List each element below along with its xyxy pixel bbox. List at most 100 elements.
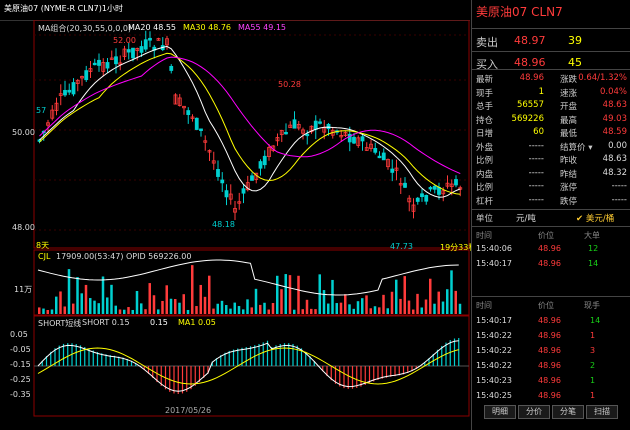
volume-bar [233,302,236,314]
volume-bar [407,300,411,314]
trade-time: 15:40:17 [476,316,512,325]
volume-bar [365,295,368,314]
tab-scan[interactable]: 扫描 [586,405,618,419]
stat-row: 持仓 569226 最高 49.03 [476,114,629,128]
trade-row[interactable]: 15:40:25 48.96 1 [476,391,629,406]
volume-bar [314,309,317,314]
volume-bar [199,284,202,314]
quote-title: 美原油07 CLN7 [476,5,563,19]
trade-row[interactable]: 15:40:22 48.96 2 [476,361,629,376]
left-price-tag: 57 [36,106,47,115]
trade-row[interactable]: 15:40:17 48.96 14 [476,316,629,331]
volume-bar [416,293,419,314]
volume-bar [424,299,428,314]
stat-value: 48.32 [602,167,627,178]
trade-price: 48.96 [538,391,561,400]
trade-time: 15:40:22 [476,331,512,340]
tab-detail[interactable]: 明细 [484,405,516,419]
volume-bar [288,275,292,314]
trade-time: 15:40:25 [476,391,512,400]
volume-bar [93,300,96,314]
volume-bar [50,309,54,314]
stat-key: 涨跌 [560,75,578,85]
candle-body [352,136,356,144]
volume-bar [216,303,219,314]
buy-row[interactable]: 买入 48.96 45 [476,56,629,71]
volume-bar [220,300,224,314]
tick-vol: 12 [588,244,599,253]
stat-row: 杠杆 ----- 跌停 ----- [476,195,629,209]
volume-bar [284,274,287,314]
macd-short: SHORT 0.15 [82,318,130,327]
candle-body [143,39,148,50]
volume-bar [348,304,351,314]
volume-bar [144,309,147,314]
stat-value: ----- [528,140,544,151]
volume-bar [67,269,71,314]
stat-value: 0.00 [608,140,627,151]
tick-row[interactable]: 15:40:17 48.96 14 [476,259,629,274]
stat-row: 现手 1 速涨 0.04% [476,87,629,101]
chart-canvas[interactable] [0,20,470,425]
candle-body [92,62,97,66]
window-title: 美原油07 (NYME-R CLN7)1小时 [4,4,123,13]
volume-bar [254,288,258,314]
stat-value: 60 [533,127,544,137]
tick-row[interactable]: 15:40:06 48.96 12 [476,244,629,259]
volume-bar [191,265,194,314]
trade-row[interactable]: 15:40:22 48.96 3 [476,346,629,361]
high2-price-label: 50.28 [278,80,301,89]
volume-bar [212,308,215,314]
buy-price: 48.96 [514,56,546,69]
panel-tabs: 明细 分价 分笔 扫描 [472,405,630,419]
macd-y-tick-5: -0.35 [10,390,31,399]
tick-time: 15:40:17 [476,259,512,268]
volume-bar [59,291,62,314]
volume-bar [110,284,113,314]
low2-price-label: 47.73 [390,242,413,251]
chart-titlebar: 美原油07 (NYME-R CLN7)1小时 [0,0,470,21]
volume-bar [123,309,126,314]
macd-y-tick-1: 0.05 [10,330,28,339]
volume-bar [152,295,156,314]
candle-body [148,37,152,41]
stat-value: 56557 [516,100,544,110]
tab-price[interactable]: 分价 [518,405,550,419]
unit-alt-toggle[interactable]: ✔ 美元/桶 [576,212,614,224]
volume-bar [301,309,304,314]
volume-bar [322,290,326,314]
candle-body [415,197,420,202]
stat-value: 48.63 [602,154,627,164]
candle-body [262,155,267,166]
volume-bar [378,307,381,314]
macd-y-tick-3: -0.15 [10,360,31,369]
volume-bar [165,285,168,314]
macd-y-tick-2: -0.05 [10,345,31,354]
volume-bar [356,301,360,314]
ma-group-label: MA组合(20,30,55,0,0,0) [38,24,132,33]
volume-label: CJL [38,252,51,261]
candle-body [424,194,429,202]
candle-body [194,117,199,130]
volume-bar [441,301,445,314]
volume-bar [76,277,79,314]
unit-value: 元/吨 [516,214,536,224]
trade-price: 48.96 [538,361,561,370]
candle-body [390,168,395,173]
trade-row[interactable]: 15:40:23 48.96 1 [476,376,629,391]
volume-bar [412,309,415,314]
candle-body [403,182,407,188]
tab-tick[interactable]: 分笔 [552,405,584,419]
candle-body [318,121,322,124]
unit-row[interactable]: 单位 元/吨 ✔ 美元/桶 [476,212,629,226]
volume-bar [225,305,228,314]
trade-row[interactable]: 15:40:22 48.96 1 [476,331,629,346]
volume-bar [446,289,449,314]
stat-value: ----- [528,181,544,191]
chart-area[interactable]: MA组合(20,30,55,0,0,0) MA20 48.55 MA30 48.… [0,20,476,425]
macd-ma: MA1 0.05 [178,318,216,327]
stat-value: 48.59 [602,127,627,137]
volume-bar [178,302,181,314]
sell-row[interactable]: 卖出 48.97 39 [476,34,629,49]
volume-bar [429,278,432,314]
